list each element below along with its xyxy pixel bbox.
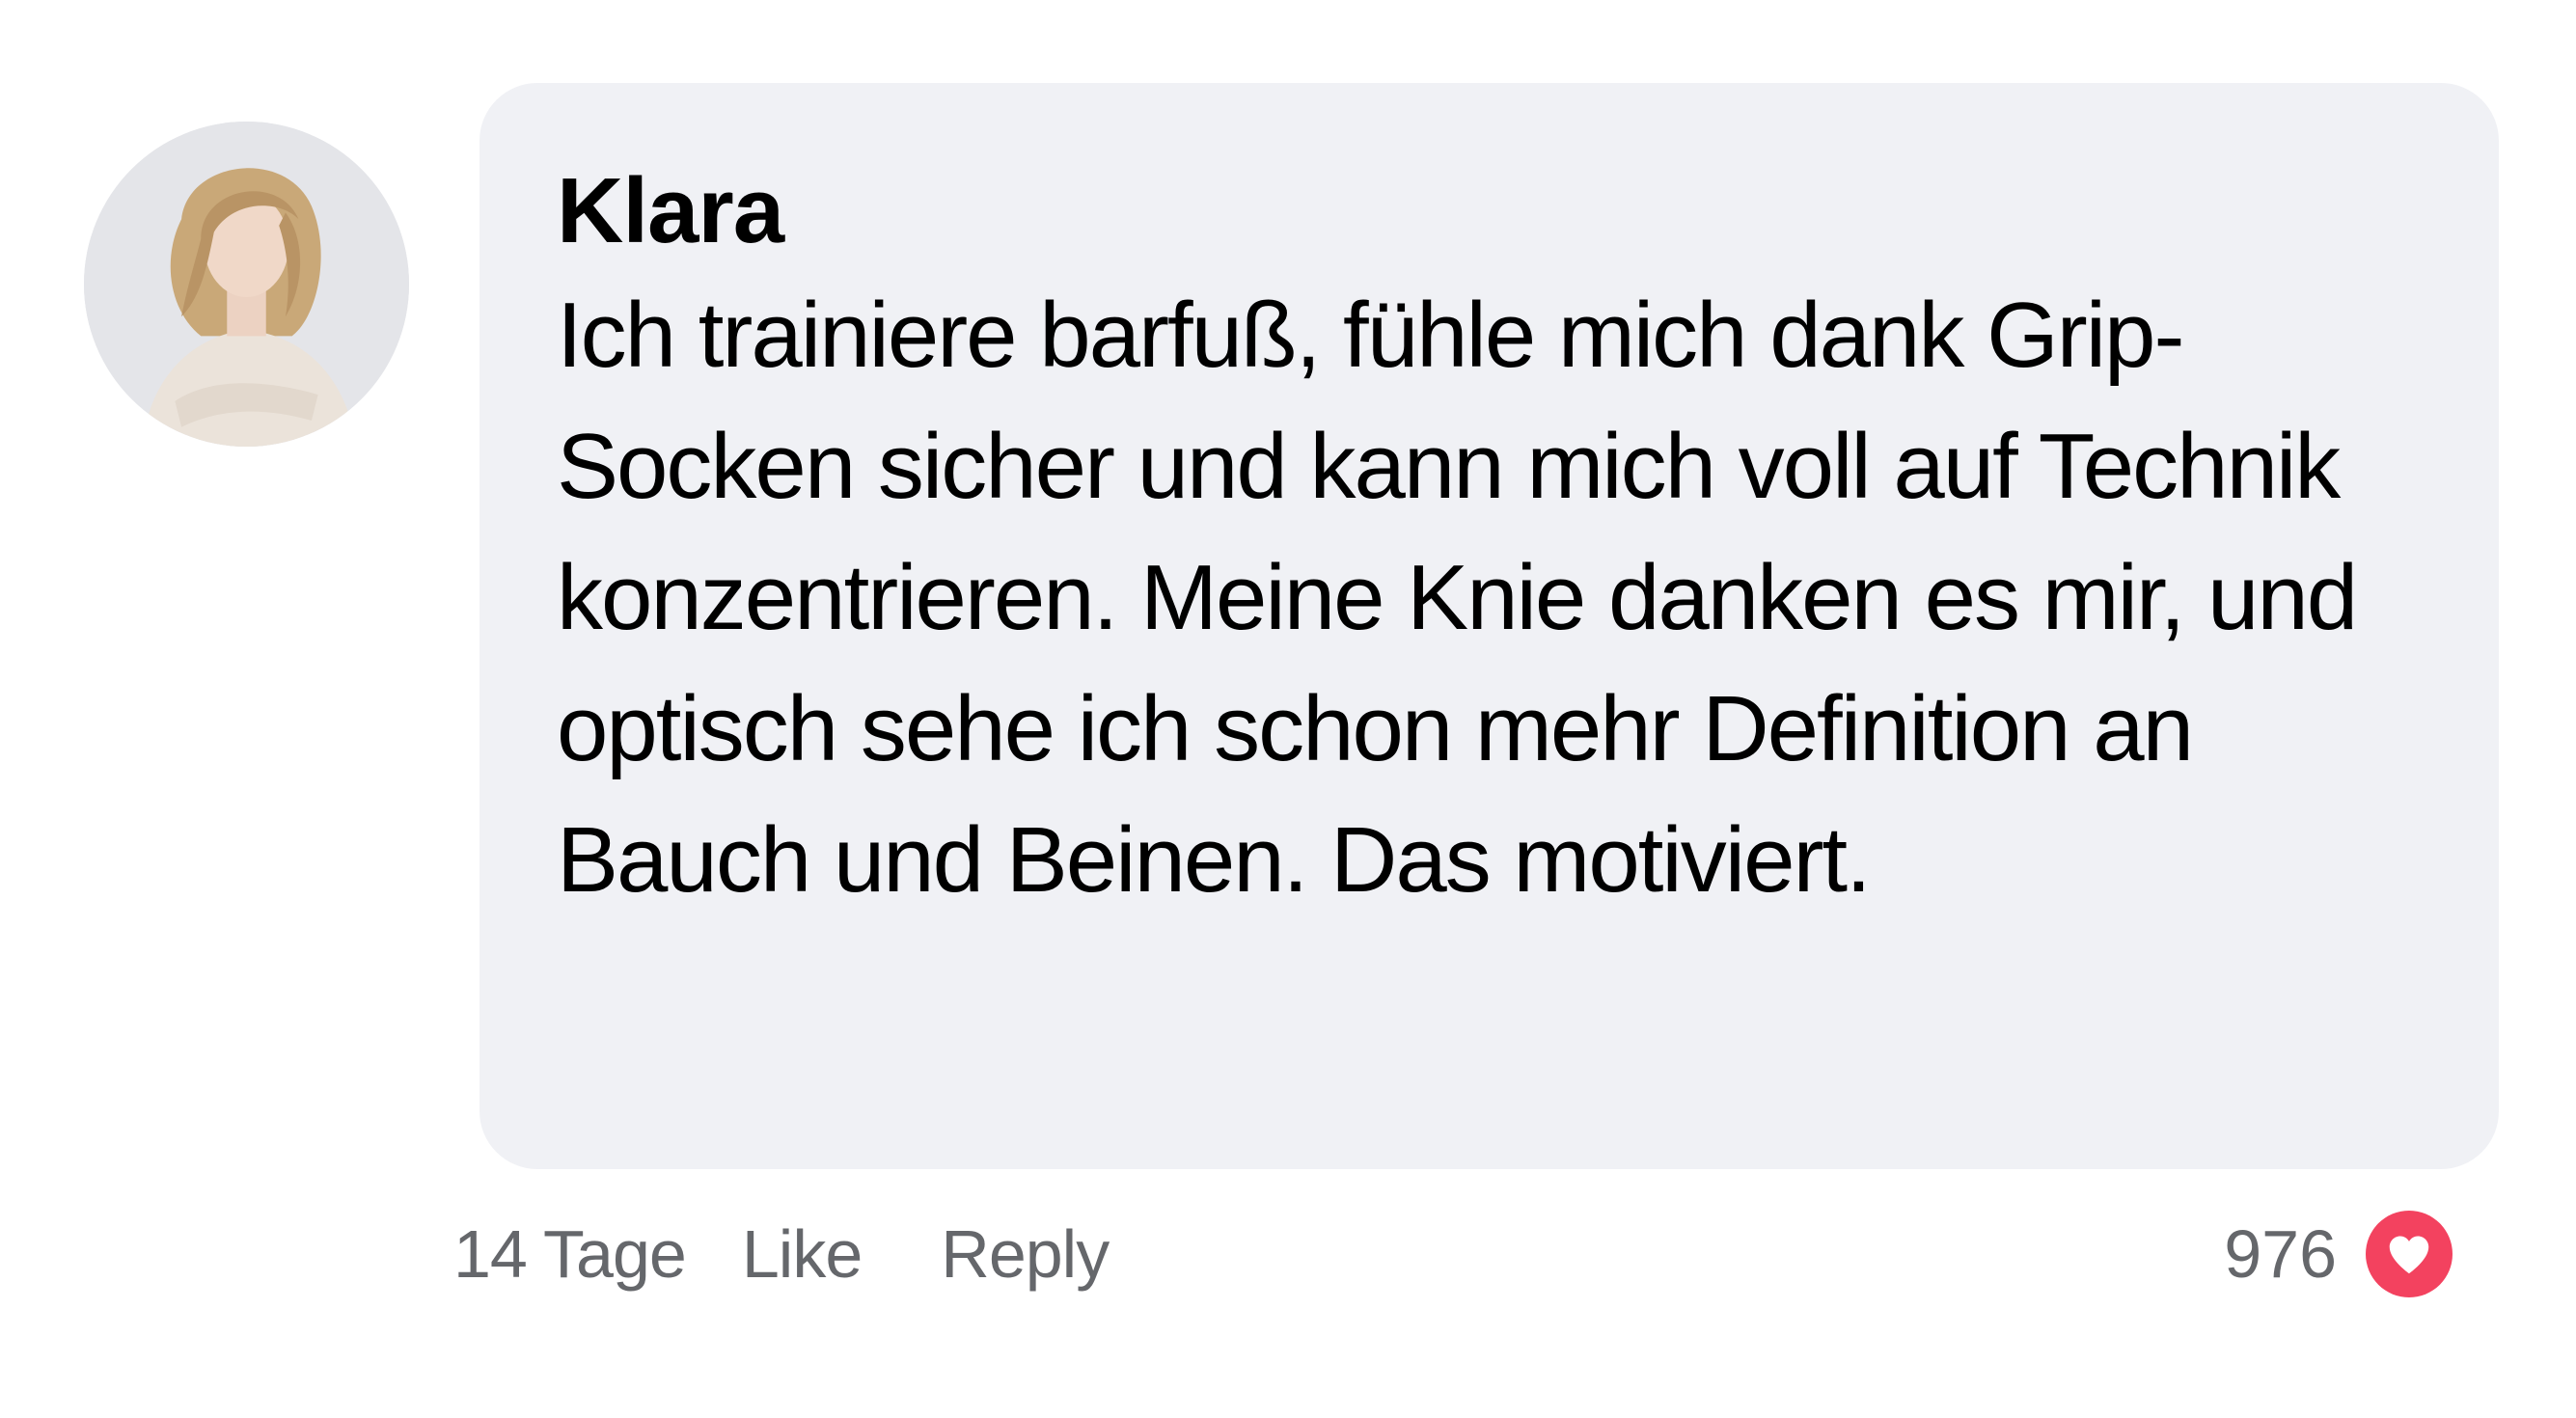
comment-author[interactable]: Klara	[557, 158, 2441, 264]
comment-text: Ich trainiere barfuß, fühle mich dank Gr…	[557, 284, 2358, 912]
user-photo-icon	[84, 122, 409, 447]
reaction-summary[interactable]: 976	[2224, 1211, 2453, 1297]
comment: Klara Ich trainiere barfuß, fühle mich d…	[0, 0, 2576, 1418]
comment-bubble: Klara Ich trainiere barfuß, fühle mich d…	[480, 83, 2499, 1169]
like-button[interactable]: Like	[742, 1215, 863, 1293]
avatar[interactable]	[84, 122, 409, 447]
reaction-count: 976	[2224, 1216, 2337, 1292]
comment-timestamp[interactable]: 14 Tage	[453, 1215, 687, 1293]
reply-button[interactable]: Reply	[941, 1215, 1110, 1293]
heart-icon	[2366, 1211, 2453, 1297]
comment-actions: 14 Tage Like Reply	[453, 1211, 1110, 1297]
